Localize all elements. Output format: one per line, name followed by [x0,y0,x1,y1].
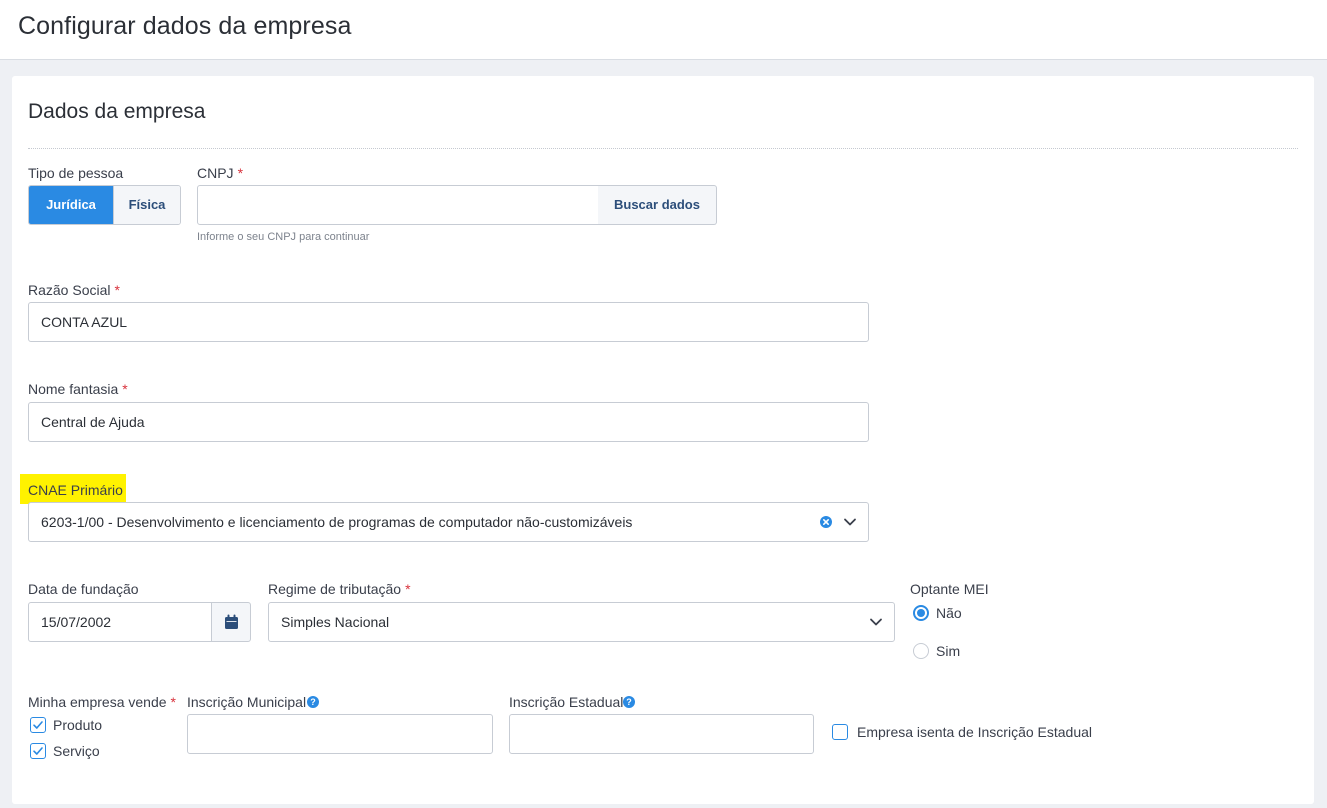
tipo-pessoa-toggle: Jurídica Física [28,185,181,225]
razao-social-input[interactable]: CONTA AZUL [28,302,869,342]
cnpj-label: CNPJ * [197,165,244,181]
divider [28,148,1298,149]
inscricao-estadual-label: Inscrição Estadual [509,694,624,710]
check-icon [33,721,43,729]
nome-fantasia-label: Nome fantasia * [28,381,128,397]
cnpj-input[interactable] [197,185,599,225]
regime-label: Regime de tributação * [268,581,411,597]
mei-sim-radio[interactable] [913,643,929,659]
chevron-down-icon[interactable] [869,615,883,629]
inscricao-municipal-input[interactable] [187,714,493,754]
data-fundacao-input[interactable]: 15/07/2002 [28,602,212,642]
buscar-dados-button[interactable]: Buscar dados [598,185,717,225]
page-title: Configurar dados da empresa [18,12,352,40]
data-fundacao-label: Data de fundação [28,581,139,597]
regime-select[interactable]: Simples Nacional [268,602,895,642]
clear-icon[interactable] [820,516,832,528]
vende-label: Minha empresa vende * [28,694,176,710]
servico-checkbox[interactable] [30,743,46,759]
required-mark: * [114,282,120,298]
cnpj-help-text: Informe o seu CNPJ para continuar [197,231,370,243]
required-mark: * [122,381,128,397]
mei-nao-radio[interactable] [913,605,929,621]
check-icon [33,747,43,755]
chevron-down-icon[interactable] [843,515,857,529]
mei-label: Optante MEI [910,581,989,597]
calendar-button[interactable] [211,602,251,642]
mei-nao-label: Não [936,605,962,621]
required-mark: * [405,581,411,597]
servico-label: Serviço [53,743,100,759]
fisica-button[interactable]: Física [113,186,180,224]
isenta-label: Empresa isenta de Inscrição Estadual [857,724,1093,740]
required-mark: * [170,694,176,710]
juridica-button[interactable]: Jurídica [29,186,113,224]
top-bar: Configurar dados da empresa [0,0,1327,60]
nome-fantasia-input[interactable]: Central de Ajuda [28,402,869,442]
produto-label: Produto [53,717,103,733]
calendar-icon [225,614,238,629]
cnae-label: CNAE Primário [28,482,123,498]
required-mark: * [237,165,244,181]
help-icon[interactable]: ? [623,696,635,708]
section-title: Dados da empresa [28,100,206,123]
company-data-card: Dados da empresa Tipo de pessoa Jurídica… [12,76,1314,804]
razao-social-label: Razão Social * [28,282,120,298]
tipo-pessoa-label: Tipo de pessoa [28,165,124,181]
mei-sim-label: Sim [936,643,961,659]
inscricao-estadual-input[interactable] [509,714,814,754]
inscricao-municipal-label: Inscrição Municipal [187,694,307,710]
help-icon[interactable]: ? [307,696,319,708]
produto-checkbox[interactable] [30,717,46,733]
isenta-checkbox[interactable] [832,724,848,740]
cnae-select[interactable]: 6203-1/00 - Desenvolvimento e licenciame… [28,502,869,542]
